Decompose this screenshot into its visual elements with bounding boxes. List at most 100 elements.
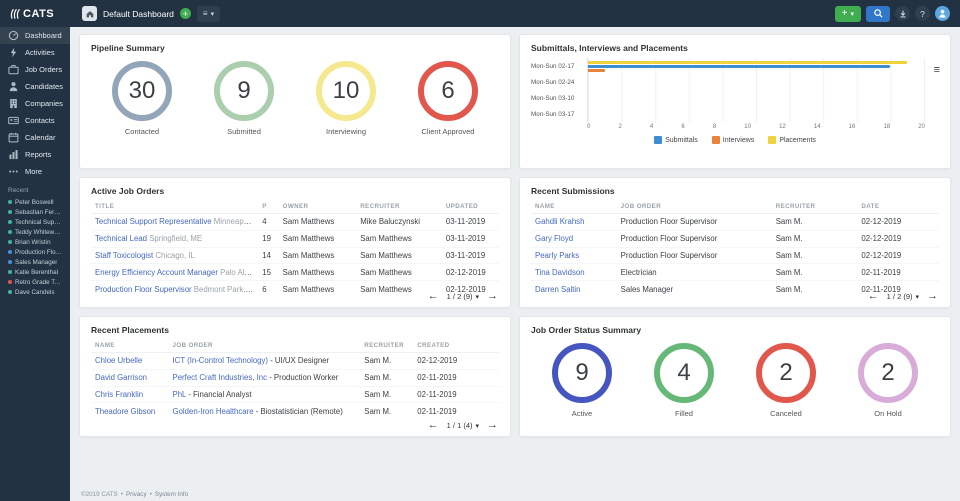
sidebar-item-candidates[interactable]: Candidates [0,78,70,95]
chart-legend: Submittals Interviews Placements [531,136,939,144]
sidebar-item-dashboard[interactable]: Dashboard [0,27,70,44]
recent-item[interactable]: Sales Manager [0,257,70,267]
sidebar-item-label: Candidates [25,82,63,91]
contacts-icon [8,115,19,126]
add-dashboard-icon[interactable]: + [179,8,191,19]
sidebar-item-reports[interactable]: Reports [0,146,70,163]
caret-down-icon: ▾ [850,10,854,18]
card-title: Active Job Orders [91,186,165,196]
legend-item[interactable]: Interviews [711,136,754,144]
recent-item[interactable]: Sebastian Ferraro [0,207,70,217]
recent-placements-card: Recent Placements Name Job Order Recruiter… [79,316,511,437]
footer: ©2019 CATS • Privacy • System Info [81,491,188,498]
table-link[interactable]: Production Floor Supervisor [95,285,192,294]
recent-item[interactable]: Brian Wristin [0,237,70,247]
status-dot [8,240,12,244]
table-cell: Tina Davidson [531,263,617,282]
table-link[interactable]: David Garrison [95,373,147,382]
table-link[interactable]: ICT (In-Control Technology) [173,356,268,365]
table-link[interactable]: Staff Toxicologist [95,251,153,260]
table-cell: Sam M. [775,284,803,294]
table-link[interactable]: PhL [173,390,187,399]
table-link[interactable]: Golden-Iron Healthcare [173,407,254,416]
column-header: Updated [441,201,499,214]
page-selector[interactable]: 1 / 2 (9) ▾ [887,292,919,301]
chart-menu-icon[interactable]: ≡ [934,65,940,76]
recent-item[interactable]: Teddy Whitewater [0,227,70,237]
donut-ring: 2 [756,343,816,403]
next-page-icon[interactable]: → [487,291,498,302]
legend-item[interactable]: Placements [768,136,816,144]
help-icon[interactable]: ? [915,6,930,21]
sidebar-item-contacts[interactable]: Contacts [0,112,70,129]
recent-item[interactable]: Peter Boswell [0,197,70,207]
next-page-icon[interactable]: → [927,291,938,302]
table-cell: Sam Matthews [278,263,357,282]
table-cell: 02-11-2019 [857,263,939,282]
page-selector[interactable]: 1 / 1 (4) ▾ [447,421,479,430]
table-link[interactable]: Energy Efficiency Account Manager [95,268,218,277]
column-header: Job Order [168,340,361,353]
main-content: Pipeline Summary 30 Contacted 9 Submitted 10… [70,27,960,501]
table-cell: Darren Saltin [531,281,617,297]
x-tick-label: 12 [779,124,786,130]
cell-muted-text: Springfield, ME [147,234,203,244]
legend-item[interactable]: Submittals [654,136,698,144]
sidebar-item-activities[interactable]: Activities [0,44,70,61]
recent-item[interactable]: Retro Grade Techn... [0,277,70,287]
status-dot [8,280,12,284]
system-info-link[interactable]: System Info [155,491,188,498]
prev-page-icon[interactable]: ← [428,291,439,302]
table-cell: Sam M. [360,352,414,370]
recent-item[interactable]: Dave Candels [0,287,70,297]
table-link[interactable]: Chris Franklin [95,390,143,399]
separator: • [149,491,152,498]
download-icon[interactable] [895,6,910,21]
metric-label: Interviewing [325,127,367,136]
recent-item[interactable]: Technical Support ... [0,217,70,227]
donut-ring: 6 [418,61,478,121]
dashboard-menu-button[interactable]: ≡ ▾ [196,5,221,22]
user-avatar[interactable] [935,6,950,21]
quick-add-button[interactable]: + ▾ [834,5,861,22]
table-row: Pearly Parks Production Floor Supervisor S… [531,247,939,265]
search-button[interactable] [866,5,890,22]
pagination: ← 1 / 2 (9) ▾ → [428,291,498,302]
cell-muted-text: Palo Alto, CA [220,267,258,277]
table-link[interactable]: Chloe Urbelle [95,356,142,365]
x-tick-label: 6 [681,124,685,130]
table-link[interactable]: Technical Lead [95,234,147,243]
table-cell: 6 [262,284,267,294]
table-link[interactable]: Gahdli Krahsh [535,217,584,226]
table-link[interactable]: Tina Davidson [535,268,585,277]
sidebar-item-more[interactable]: More [0,163,70,180]
card-title: Submittals, Interviews and Placements [531,43,688,53]
recent-item-label: Brian Wristin [15,238,51,246]
prev-page-icon[interactable]: ← [868,291,879,302]
sidebar-item-job-orders[interactable]: Job Orders [0,61,70,78]
next-page-icon[interactable]: → [487,420,498,431]
page-selector[interactable]: 1 / 2 (9) ▾ [447,292,479,301]
column-header: Recruiter [356,201,442,214]
metric-label: Canceled [770,409,802,418]
table-link[interactable]: Theadore Gibson [95,407,155,416]
prev-page-icon[interactable]: ← [428,420,439,431]
home-icon[interactable] [82,6,97,21]
table-cell: Sam Matthews [356,263,442,282]
metric-value: 6 [441,77,455,104]
recent-item-label: Sales Manager [15,258,58,266]
sidebar-item-calendar[interactable]: Calendar [0,129,70,146]
table-link[interactable]: Darren Saltin [535,285,581,294]
app-logo[interactable]: CATS [0,8,70,20]
chart-plot [587,106,925,122]
privacy-link[interactable]: Privacy [126,491,147,498]
table-link[interactable]: Perfect Craft Industries, Inc [173,373,267,382]
table-link[interactable]: Gary Floyd [535,234,573,243]
sidebar-item-companies[interactable]: Companies [0,95,70,112]
table-link[interactable]: Pearly Parks [535,251,579,260]
table-link[interactable]: Technical Support Representative [95,217,212,226]
table-cell: Sam M. [364,406,392,416]
chart-plot [587,90,925,106]
recent-item[interactable]: Katie Berenthal [0,267,70,277]
recent-item[interactable]: Production Floor ... [0,247,70,257]
